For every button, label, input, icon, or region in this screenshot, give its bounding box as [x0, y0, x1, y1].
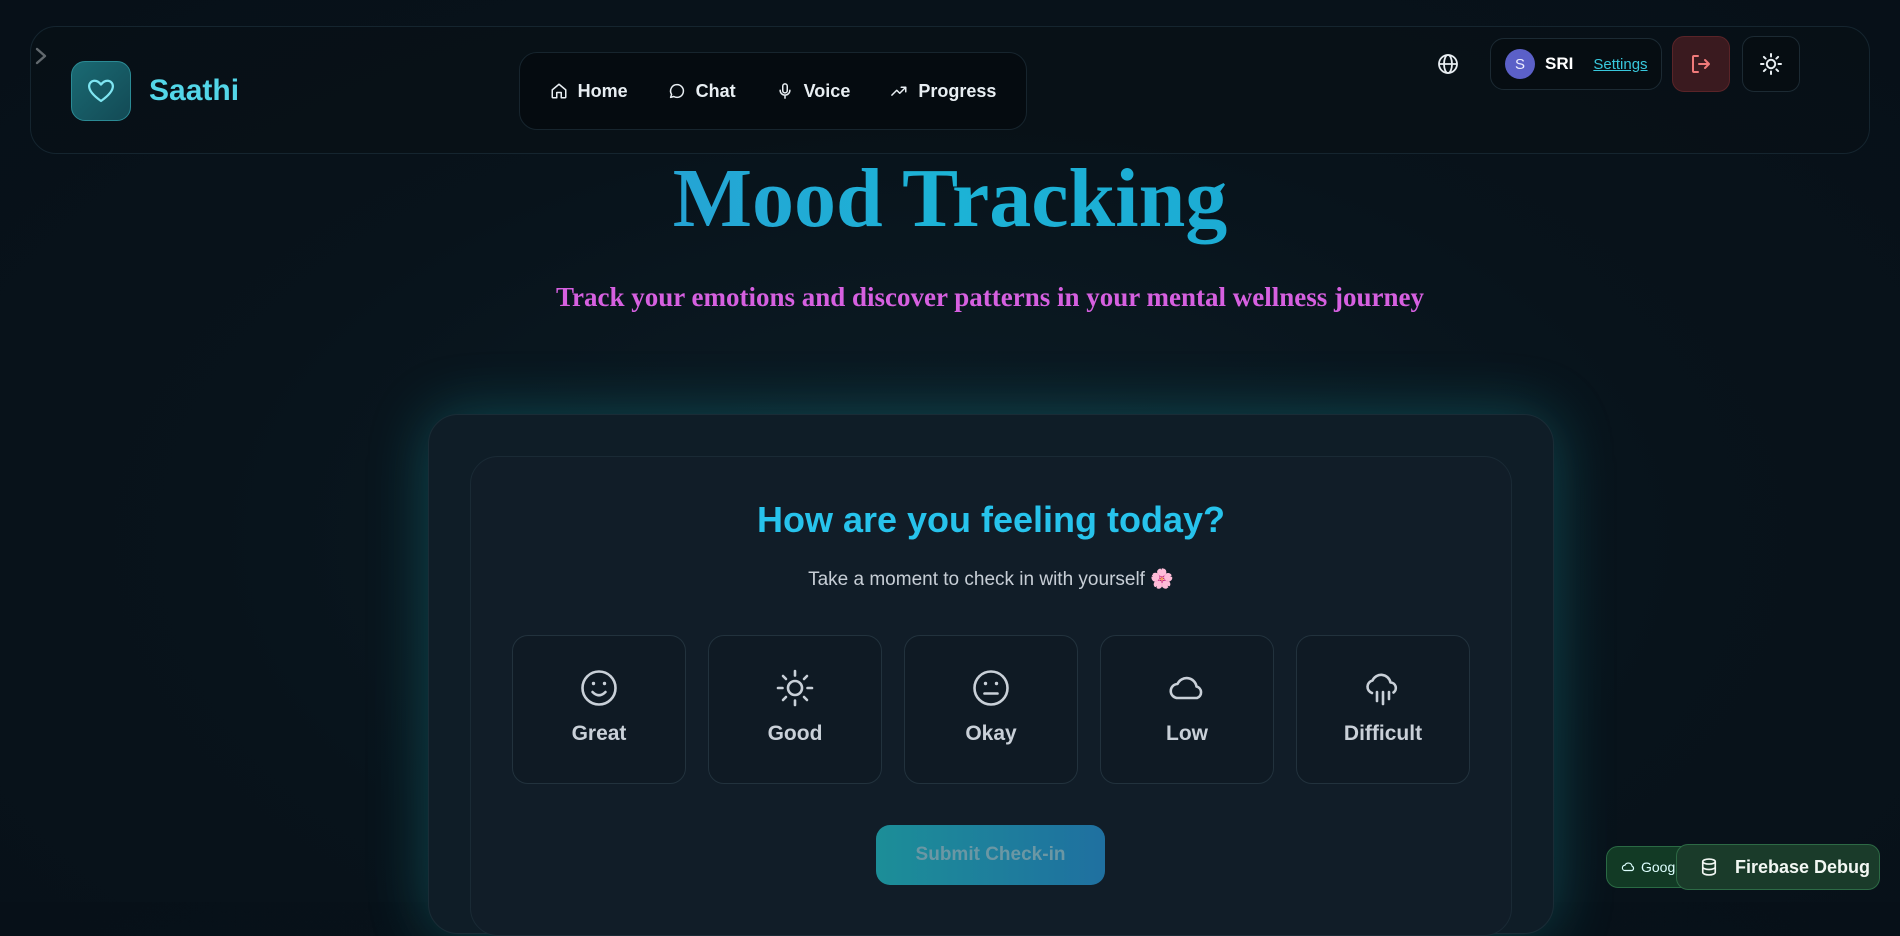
home-icon: [551, 83, 567, 99]
nav-item-label: Chat: [695, 80, 736, 101]
language-button[interactable]: [1436, 52, 1460, 76]
rain-cloud-icon: [1366, 673, 1398, 706]
globe-icon: [1438, 54, 1458, 74]
checkin-hint: Take a moment to check in with yourself …: [808, 569, 1174, 590]
mood-option-good[interactable]: Good: [708, 635, 882, 784]
nav-item-label: Progress: [918, 80, 997, 101]
sun-icon: [1760, 53, 1782, 75]
nav-item-home[interactable]: Home: [550, 81, 628, 102]
logout-icon: [1692, 55, 1710, 73]
mood-option-great[interactable]: Great: [512, 635, 686, 784]
mood-option-low[interactable]: Low: [1100, 635, 1274, 784]
avatar[interactable]: S: [1505, 49, 1535, 79]
smile-icon: [581, 670, 617, 706]
mood-label: Difficult: [1343, 722, 1423, 745]
main-nav: Home Chat Voice Progress: [519, 52, 1027, 130]
user-menu: S SRI Settings: [1490, 38, 1662, 90]
chat-icon: [669, 83, 684, 99]
theme-toggle-button[interactable]: [1742, 36, 1800, 92]
firebase-debug-label: Firebase Debug: [1735, 856, 1871, 877]
mood-option-difficult[interactable]: Difficult: [1296, 635, 1470, 784]
mood-label: Okay: [965, 722, 1017, 745]
nav-item-progress[interactable]: Progress: [890, 81, 996, 102]
mood-label: Low: [1166, 722, 1208, 745]
brand-logo: [71, 61, 131, 121]
nav-item-chat[interactable]: Chat: [668, 81, 736, 102]
cloud-icon: [1169, 676, 1203, 700]
meh-icon: [973, 670, 1009, 706]
database-icon: [1701, 858, 1717, 876]
mic-icon: [779, 83, 791, 99]
brand-name: Saathi: [149, 74, 240, 107]
brand[interactable]: Saathi: [71, 61, 239, 121]
mood-option-okay[interactable]: Okay: [904, 635, 1078, 784]
checkin-question: How are you feeling today?: [756, 499, 1226, 540]
nav-item-label: Voice: [803, 80, 851, 101]
nav-item-voice[interactable]: Voice: [776, 80, 851, 102]
settings-link[interactable]: Settings: [1593, 56, 1647, 73]
cloud-icon: [1621, 862, 1635, 872]
firebase-debug-button[interactable]: Firebase Debug: [1676, 844, 1880, 890]
mood-label: Great: [571, 722, 627, 745]
page-title: Mood Tracking: [0, 150, 1900, 247]
submit-checkin-button[interactable]: Submit Check-in: [876, 825, 1105, 885]
nav-item-label: Home: [577, 80, 628, 101]
trending-up-icon: [891, 86, 907, 96]
google-debug-label: Goog: [1641, 859, 1676, 875]
user-name: SRI: [1545, 54, 1574, 73]
logout-button[interactable]: [1672, 36, 1730, 92]
sun-icon: [776, 669, 814, 707]
mood-label: Good: [767, 722, 823, 745]
page-subtitle: Track your emotions and discover pattern…: [555, 282, 1424, 312]
heart-icon: [88, 79, 114, 103]
